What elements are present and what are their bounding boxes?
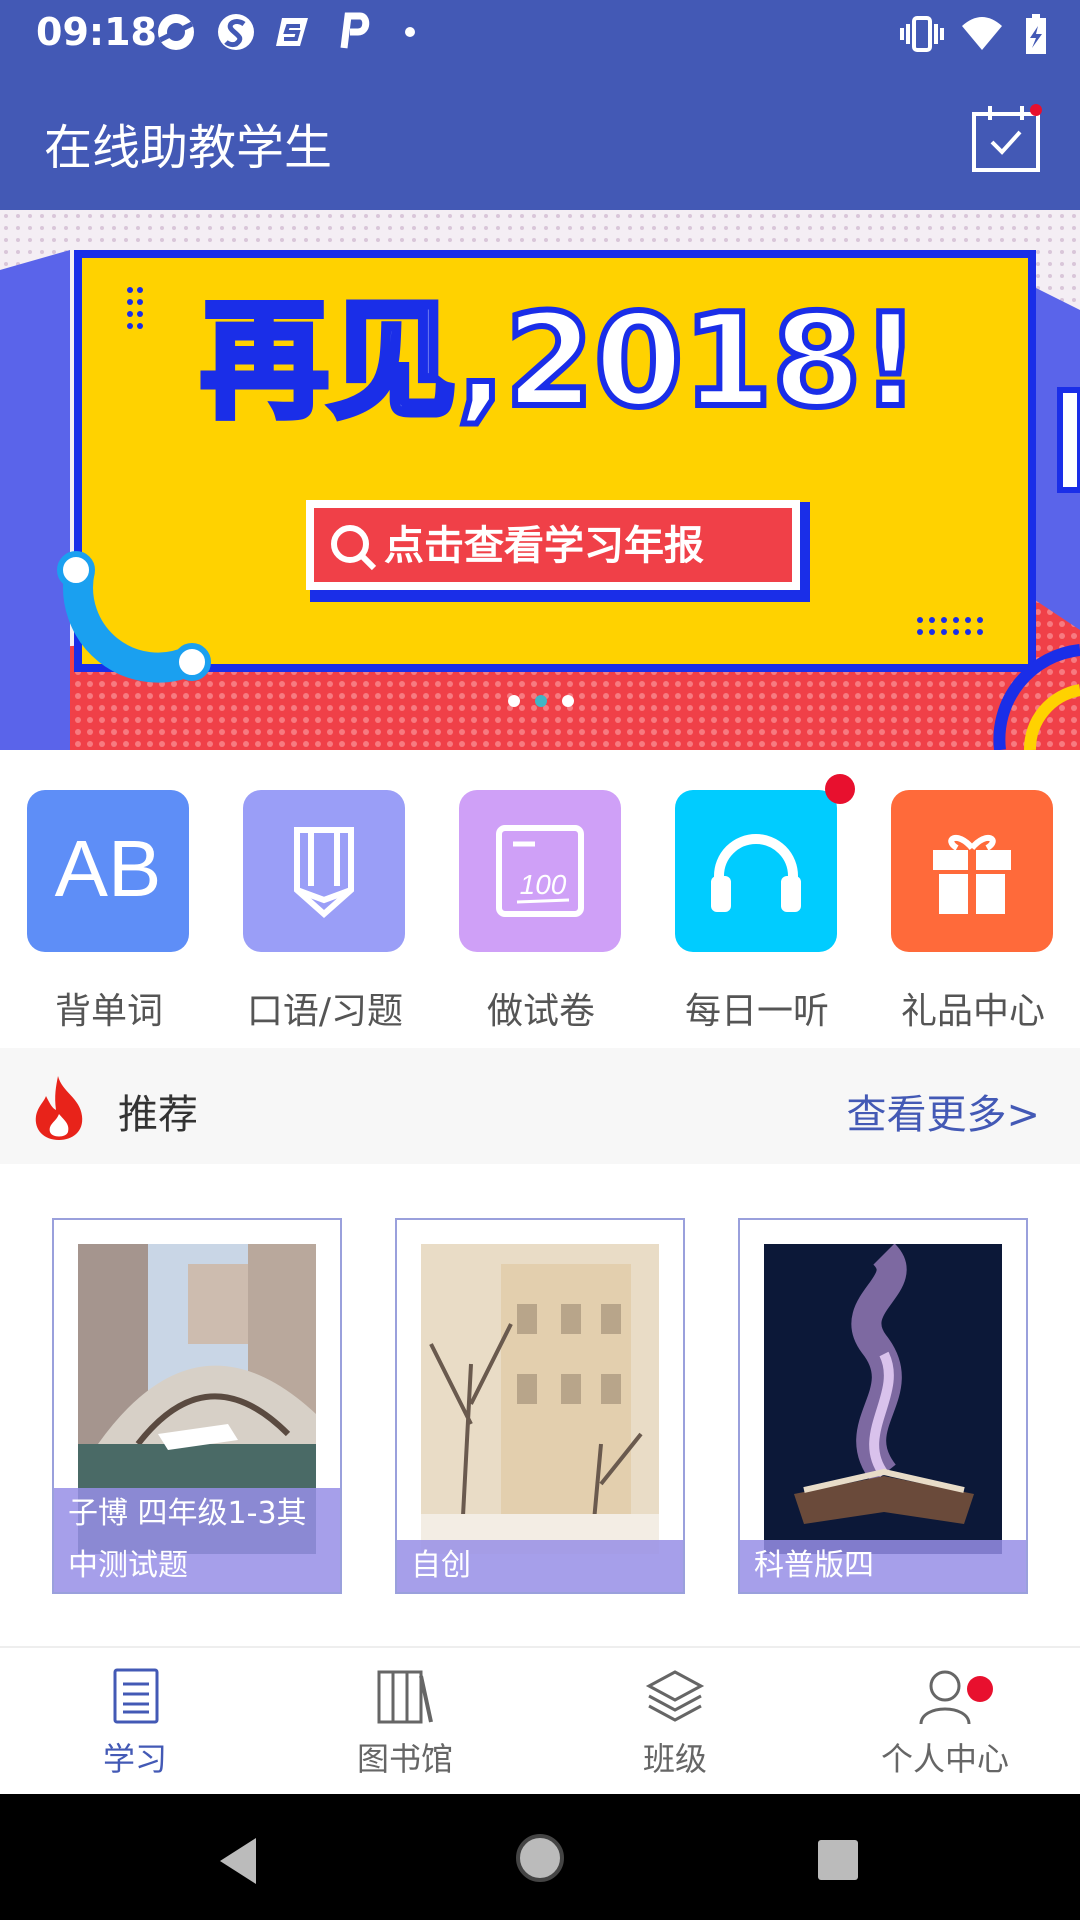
feature-grid: AB 背单词 口语/习题 100 做试卷 每日一听 礼品中心	[0, 750, 1080, 1048]
pager-dot-active	[535, 695, 548, 707]
banner-headline: 再见,2018!	[197, 284, 922, 439]
recents-icon[interactable]	[818, 1840, 858, 1880]
status-time: 09:18	[36, 10, 157, 54]
document-icon	[113, 1668, 159, 1724]
sogou-icon	[218, 14, 254, 50]
feature-tile[interactable]	[675, 790, 837, 952]
books-icon	[377, 1670, 433, 1724]
feature-tile[interactable]: 100	[459, 790, 621, 952]
layers-icon	[645, 1670, 705, 1722]
book-cover-image	[421, 1244, 659, 1554]
feature-tile[interactable]	[243, 790, 405, 952]
nav-study[interactable]: 学习	[35, 1666, 235, 1780]
book-card[interactable]: 子博 四年级1-3其中测试题	[52, 1218, 342, 1594]
ab-icon: AB	[55, 824, 162, 913]
gift-icon	[933, 834, 1011, 914]
test-paper-icon: 100	[496, 825, 584, 917]
app-title: 在线助教学生	[44, 120, 333, 176]
app-s-icon	[276, 18, 308, 46]
pager-dot	[562, 695, 575, 707]
status-bar: 09:18	[0, 0, 1080, 66]
feature-gift-center[interactable]: 礼品中心	[891, 790, 1055, 1034]
nav-profile[interactable]: 个人中心	[845, 1666, 1045, 1780]
nav-class[interactable]: 班级	[575, 1666, 775, 1780]
feature-label: 做试卷	[486, 991, 595, 1032]
book-card[interactable]: 自创	[395, 1218, 685, 1594]
notification-badge	[967, 1676, 993, 1702]
wifi-icon	[962, 17, 1002, 50]
book-card[interactable]: 科普版四	[738, 1218, 1028, 1594]
feature-daily-listening[interactable]: 每日一听	[675, 774, 855, 1034]
nav-library[interactable]: 图书馆	[305, 1666, 505, 1780]
fire-icon	[35, 1076, 83, 1140]
app-bar: 在线助教学生	[0, 66, 1080, 210]
parking-icon	[340, 12, 370, 49]
nav-label: 图书馆	[356, 1740, 453, 1778]
home-icon[interactable]	[514, 1832, 566, 1884]
system-navigation-bar	[0, 1794, 1080, 1920]
banner-pager	[508, 692, 575, 711]
svg-text:100: 100	[520, 869, 567, 900]
feature-test-paper[interactable]: 100 做试卷	[459, 790, 623, 1034]
feature-label: 背单词	[54, 991, 163, 1032]
browser-icon	[158, 14, 194, 50]
recommend-title: 推荐	[118, 1092, 198, 1138]
nav-label: 个人中心	[880, 1740, 1009, 1778]
feature-label: 每日一听	[684, 991, 829, 1032]
svg-text:AB: AB	[55, 824, 162, 913]
feature-speaking[interactable]: 口语/习题	[243, 790, 407, 1034]
user-icon	[919, 1670, 971, 1725]
battery-icon	[1026, 14, 1046, 54]
nav-label: 班级	[642, 1740, 707, 1778]
headphones-icon	[711, 834, 801, 912]
back-icon[interactable]	[216, 1836, 260, 1886]
notification-badge	[825, 774, 855, 804]
feature-label: 礼品中心	[900, 991, 1045, 1032]
recommend-header: 推荐 查看更多>	[0, 1048, 1080, 1164]
nav-label: 学习	[102, 1740, 167, 1778]
feature-vocabulary[interactable]: AB 背单词	[27, 790, 191, 1034]
book-cover-image	[764, 1244, 1002, 1554]
bottom-navigation: 学习 图书馆 班级 个人中心	[0, 1646, 1080, 1796]
dot-icon	[405, 27, 415, 37]
feature-tile[interactable]: AB	[27, 790, 189, 952]
feature-tile[interactable]	[891, 790, 1053, 952]
banner-carousel[interactable]: 再见,2018! 点击查看学习年报	[0, 210, 1080, 750]
calendar-check-icon[interactable]	[970, 102, 1042, 174]
banner-report-button[interactable]: 点击查看学习年报	[384, 522, 704, 570]
pencil-icon	[294, 827, 354, 919]
book-title: 科普版四	[740, 1540, 1026, 1592]
see-more-link[interactable]: 查看更多>	[846, 1082, 1040, 1140]
pager-dot	[508, 695, 520, 707]
book-title: 自创	[397, 1540, 683, 1592]
feature-label: 口语/习题	[246, 991, 404, 1032]
book-title: 子博 四年级1-3其中测试题	[54, 1488, 340, 1592]
vibrate-icon	[900, 16, 944, 52]
